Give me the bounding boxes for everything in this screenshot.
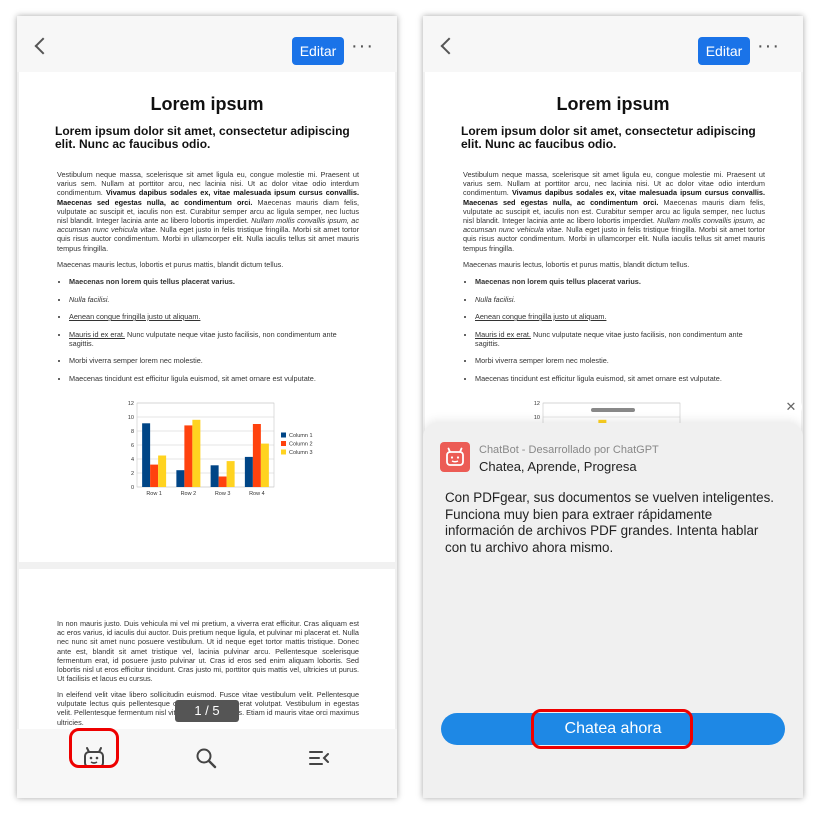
bar [226, 461, 235, 487]
bar [142, 423, 151, 487]
legend-swatch [281, 449, 286, 455]
text-run-underline: Mauris id ex erat. [475, 329, 531, 339]
doc-subtitle: Lorem ipsum dolor sit amet, consectetur … [55, 124, 350, 151]
text-run-italic: Nulla facilisi. [475, 294, 516, 304]
y-tick-label: 12 [534, 401, 540, 407]
x-tick-label: Row 3 [215, 491, 231, 497]
y-tick-label: 4 [131, 457, 134, 463]
bullet-item: Morbi viverra semper lorem nec molestie. [69, 356, 359, 365]
legend-swatch [281, 432, 286, 438]
doc-subtitle: Lorem ipsum dolor sit amet, consectetur … [461, 124, 756, 151]
bar [244, 456, 253, 487]
doc-bullet-list: Maecenas non lorem quis tellus placerat … [69, 277, 359, 391]
edit-button[interactable]: Editar [292, 37, 344, 65]
bar-chart: 0 2 4 6 8 10 12 Row 1 Row 2 Row 3 Row 4 Column 1 Col… [128, 401, 313, 497]
bullet-item: Maecenas tincidunt est efficitur ligula … [475, 374, 765, 383]
text-run: Morbi viverra semper lorem nec molestie. [69, 356, 203, 366]
top-bar: Editar ··· [17, 16, 397, 72]
bar [176, 470, 185, 487]
doc-title: Lorem ipsum [150, 94, 264, 114]
text-run-bold: Maecenas non lorem quis tellus placerat … [475, 277, 641, 286]
bar [150, 464, 159, 487]
pdf-page-1: Lorem ipsum Lorem ipsum dolor sit amet, … [19, 72, 395, 562]
chatbot-message: Con PDFgear, sus documentos se vuelven i… [445, 490, 774, 555]
bullet-item: Nulla facilisi. [475, 295, 765, 304]
doc-paragraph-2: Maecenas mauris lectus, lobortis et puru… [463, 260, 690, 269]
bullet-item: Maecenas tincidunt est efficitur ligula … [69, 374, 359, 383]
highlight-box [531, 709, 693, 749]
bullet-item: Maecenas non lorem quis tellus placerat … [69, 277, 359, 286]
doc-title: Lorem ipsum [556, 94, 670, 114]
legend-label: Column 2 [289, 442, 313, 448]
search-icon[interactable] [194, 746, 218, 770]
text-run: Maecenas tincidunt est efficitur ligula … [69, 373, 316, 383]
sheet-drag-handle[interactable] [591, 408, 635, 412]
y-tick-label: 12 [128, 401, 134, 407]
y-tick-label: 0 [131, 485, 134, 491]
y-tick-label: 10 [128, 415, 134, 421]
bullet-item: Morbi viverra semper lorem nec molestie. [475, 356, 765, 365]
chatbot-avatar-icon [440, 442, 470, 472]
bullet-item: Mauris id ex erat. Nunc vulputate neque … [69, 330, 359, 348]
legend-label: Column 1 [289, 433, 313, 439]
legend-label: Column 3 [289, 450, 313, 456]
y-tick-label: 10 [534, 415, 540, 421]
doc-paragraph: In non mauris justo. Duis vehicula mi ve… [57, 619, 359, 684]
text-run-underline: Aenean congue fringilla justo ut aliquam… [475, 312, 607, 321]
outline-icon[interactable] [307, 746, 331, 770]
bar [184, 425, 193, 487]
chatbot-tagline: Chatea, Aprende, Progresa [479, 459, 637, 474]
top-bar: Editar ··· [423, 16, 803, 72]
bar [252, 424, 261, 487]
doc-paragraph-2: Maecenas mauris lectus, lobortis et puru… [57, 260, 284, 269]
bar [210, 465, 219, 487]
edit-button[interactable]: Editar [698, 37, 750, 65]
close-icon[interactable]: ✕ [780, 396, 802, 418]
text-run-underline: Mauris id ex erat. [69, 329, 125, 339]
bar [260, 443, 269, 487]
bar [158, 455, 167, 487]
doc-paragraph: Vestibulum neque massa, scelerisque sit … [57, 170, 359, 253]
back-icon[interactable] [440, 37, 458, 55]
x-tick-label: Row 2 [181, 491, 197, 497]
more-icon[interactable]: ··· [351, 36, 373, 56]
x-tick-label: Row 4 [249, 491, 265, 497]
text-run: Morbi viverra semper lorem nec molestie. [475, 356, 609, 366]
y-tick-label: 2 [131, 471, 134, 477]
y-tick-label: 6 [131, 443, 134, 449]
bar [192, 419, 201, 487]
highlight-box [69, 728, 119, 768]
doc-bullet-list: Maecenas non lorem quis tellus placerat … [475, 277, 765, 391]
bullet-item: Maecenas non lorem quis tellus placerat … [475, 277, 765, 286]
phone-screen-right: Editar ··· Lorem ipsum Lorem ipsum dolor… [423, 16, 803, 798]
chatbot-name: ChatBot - Desarrollado por ChatGPT [479, 444, 659, 456]
doc-paragraph: Vestibulum neque massa, scelerisque sit … [463, 170, 765, 253]
bullet-item: Aenean congue fringilla justo ut aliquam… [475, 312, 765, 321]
text-run-underline: Aenean congue fringilla justo ut aliquam… [69, 312, 201, 321]
bullet-item: Nulla facilisi. [69, 295, 359, 304]
bullet-item: Aenean congue fringilla justo ut aliquam… [69, 312, 359, 321]
legend-swatch [281, 441, 286, 446]
back-icon[interactable] [34, 37, 52, 55]
more-icon[interactable]: ··· [757, 36, 779, 56]
phone-screen-left: Editar ··· Lorem ipsum Lorem ipsum dolor… [17, 16, 397, 798]
text-run: Maecenas tincidunt est efficitur ligula … [475, 373, 722, 383]
page-indicator: 1 / 5 [175, 700, 239, 722]
bar [218, 476, 227, 487]
y-tick-label: 8 [131, 429, 134, 435]
x-tick-label: Row 1 [146, 491, 162, 497]
text-run-bold: Maecenas non lorem quis tellus placerat … [69, 277, 235, 286]
text-run-italic: Nulla facilisi. [69, 294, 110, 304]
bullet-item: Mauris id ex erat. Nunc vulputate neque … [475, 330, 765, 348]
